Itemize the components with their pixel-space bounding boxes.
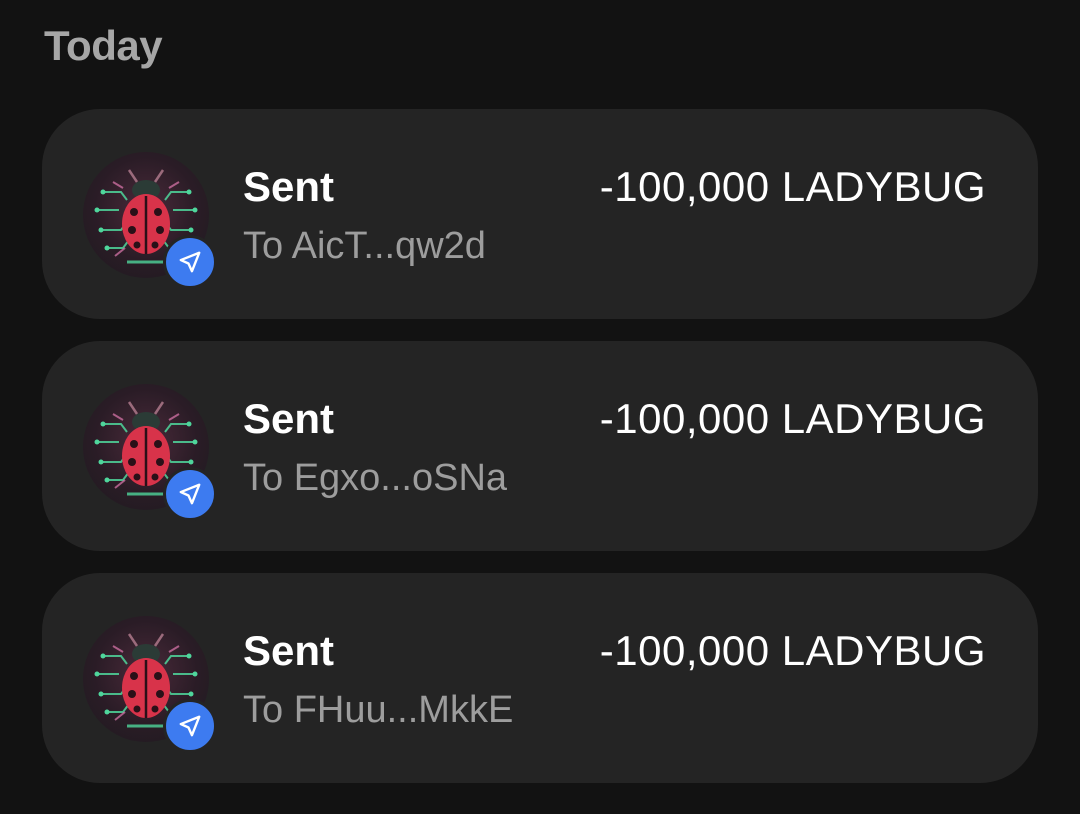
transaction-amount: -100,000 LADYBUG [599,395,986,442]
transaction-type: Sent [243,163,335,210]
send-arrow-icon [163,235,217,289]
activity-page: Today Sent To AicT...qw2d -100,000 LADYB… [0,0,1080,814]
recipient-address: To FHuu...MkkE [243,689,514,731]
send-arrow-icon [163,699,217,753]
transaction-amount: -100,000 LADYBUG [599,163,986,210]
transaction-item[interactable]: Sent To AicT...qw2d -100,000 LADYBUG [42,109,1038,319]
transaction-amount: -100,000 LADYBUG [599,627,986,674]
transaction-type: Sent [243,395,335,442]
transaction-item[interactable]: Sent To Egxo...oSNa -100,000 LADYBUG [42,341,1038,551]
recipient-address: To Egxo...oSNa [243,457,508,499]
transaction-item[interactable]: Sent To FHuu...MkkE -100,000 LADYBUG [42,573,1038,783]
send-arrow-icon [163,467,217,521]
transaction-type: Sent [243,627,335,674]
recipient-address: To AicT...qw2d [243,225,486,267]
transaction-list: Sent To AicT...qw2d -100,000 LADYBUG Sen… [42,109,1038,805]
section-title-today: Today [44,22,163,69]
